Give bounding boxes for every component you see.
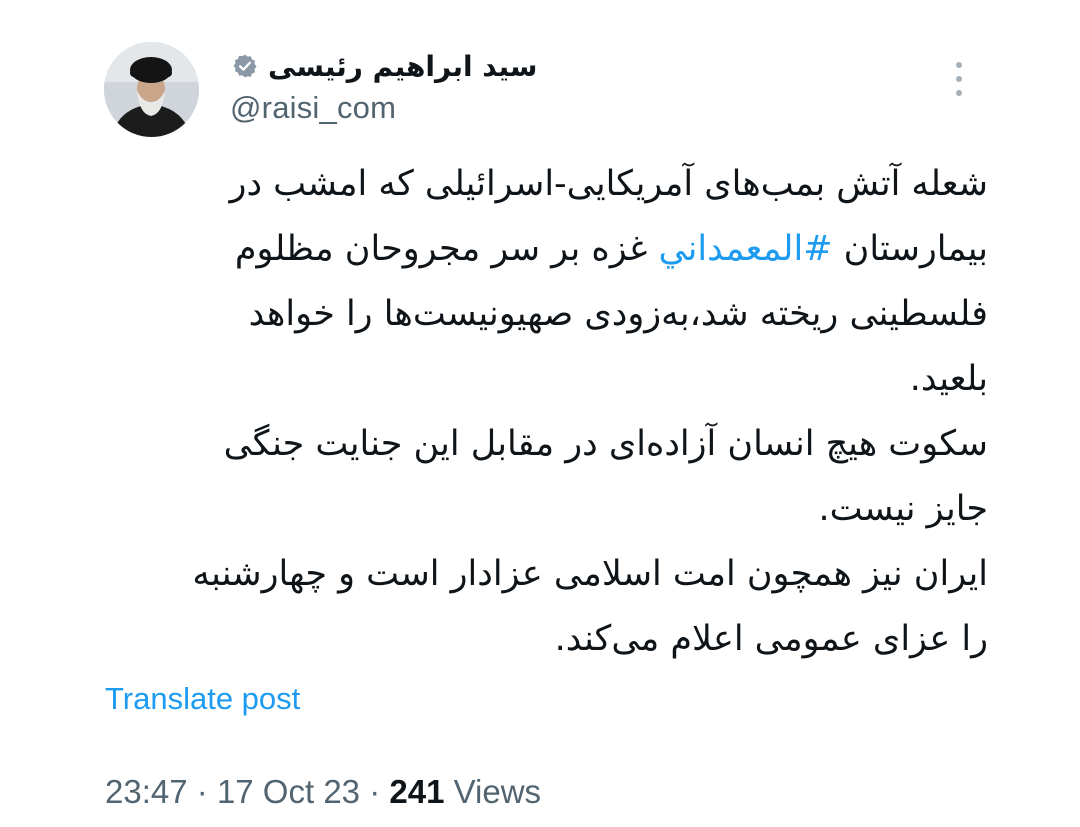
tweet-paragraph-2: سکوت هیچ انسان آزاده‌ای در مقابل این جنا…: [223, 424, 988, 529]
tweet-meta: 23:47 · 17 Oct 23 · 241 Views: [105, 773, 541, 811]
tweet-paragraph-3: ایران نیز همچون امت اسلامی عزادار است و …: [192, 554, 988, 659]
verified-badge-icon: [233, 54, 257, 78]
translate-post-link[interactable]: Translate post: [105, 681, 300, 717]
more-dot-icon: [956, 90, 962, 96]
more-dot-icon: [956, 62, 962, 68]
tweet-paragraph-1: شعله آتش بمب‌های آمریکایی-اسرائیلی که ام…: [168, 152, 988, 412]
hashtag-link[interactable]: #المعمداني: [658, 229, 832, 269]
tweet-time[interactable]: 23:47: [105, 773, 188, 810]
author-name-row[interactable]: سید ابراهیم رئیسی: [232, 46, 537, 86]
author-handle[interactable]: @raisi_com: [230, 90, 396, 126]
more-dot-icon: [956, 76, 962, 82]
meta-separator: ·: [196, 773, 208, 810]
author-display-name: سید ابراهیم رئیسی: [268, 49, 538, 83]
meta-separator: ·: [369, 773, 381, 810]
tweet-text: شعله آتش بمب‌های آمریکایی-اسرائیلی که ام…: [168, 152, 988, 672]
more-options-button[interactable]: [946, 62, 972, 96]
views-count: 241: [389, 773, 445, 810]
tweet-date[interactable]: 17 Oct 23: [217, 773, 360, 810]
avatar[interactable]: [104, 42, 199, 137]
views-label: Views: [453, 773, 542, 810]
avatar-image: [104, 42, 199, 137]
